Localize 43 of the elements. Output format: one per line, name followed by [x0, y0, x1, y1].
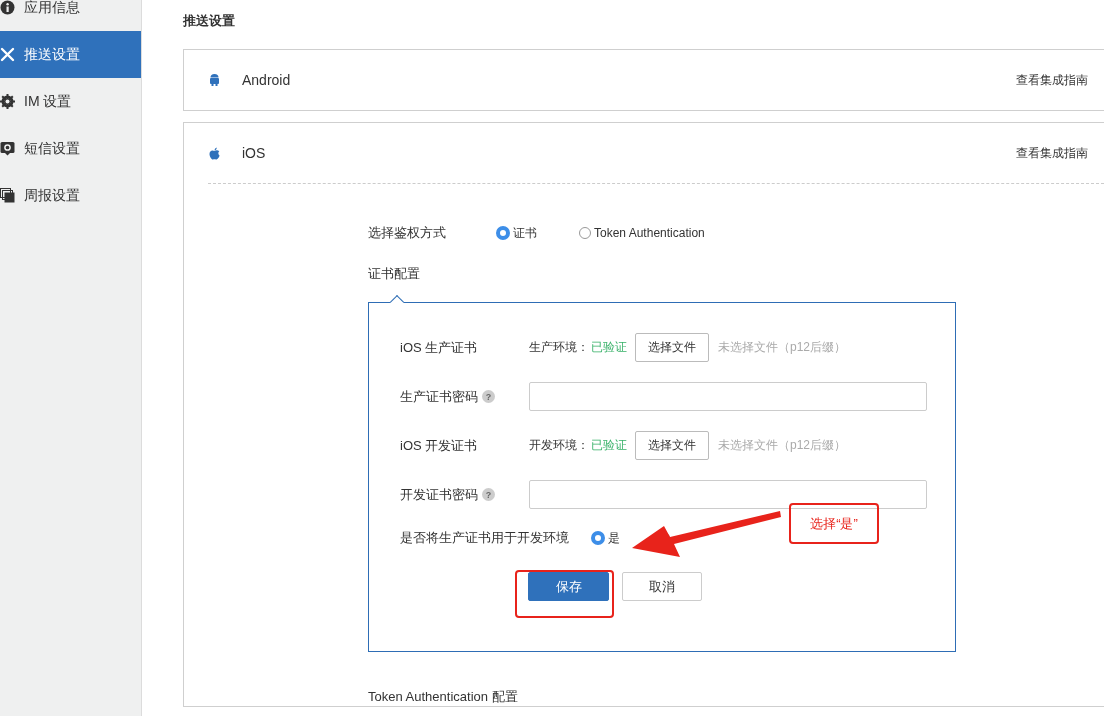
sidebar-item[interactable]: 应用信息 [0, 0, 141, 31]
password-field[interactable] [529, 382, 927, 411]
apple-icon [209, 146, 220, 160]
section-title: 证书配置 [368, 265, 420, 283]
field-label: 开发证书密码 [400, 485, 478, 504]
radio-button[interactable] [496, 226, 510, 240]
callout-note: 选择“是” [789, 503, 879, 544]
field-label: iOS 生产证书 [400, 338, 479, 357]
help-icon: ? [482, 390, 495, 403]
sidebar-item[interactable]: 短信设置 [0, 125, 141, 172]
radio-label: 是 [608, 529, 620, 547]
choose-file-button[interactable]: 选择文件 [635, 431, 709, 460]
save-button[interactable]: 保存 [528, 572, 609, 601]
env-label: 开发环境： [529, 437, 589, 454]
windows-icon [0, 188, 15, 203]
sidebar-item[interactable]: 推送设置 [0, 31, 141, 78]
status-text: 已验证 [591, 339, 627, 356]
field-label: iOS 开发证书 [400, 436, 479, 455]
file-hint: 未选择文件（p12后缀） [718, 339, 847, 356]
guide-link[interactable]: 查看集成指南 [1016, 71, 1088, 89]
radio-button[interactable] [591, 531, 605, 545]
file-hint: 未选择文件（p12后缀） [718, 437, 847, 454]
sidebar-item[interactable]: 周报设置 [0, 172, 141, 219]
env-label: 生产环境： [529, 339, 589, 356]
tools-icon [0, 47, 15, 62]
radio-label: 证书 [513, 224, 537, 242]
cancel-button[interactable]: 取消 [622, 572, 702, 601]
android-icon [209, 73, 220, 87]
choose-file-button[interactable]: 选择文件 [635, 333, 709, 362]
status-text: 已验证 [591, 437, 627, 454]
platform-name: Android [242, 72, 291, 88]
section-title: Token Authentication 配置 [368, 688, 518, 706]
password-field[interactable] [529, 480, 927, 509]
sidebar-item[interactable]: IM 设置 [0, 78, 141, 125]
radio-button[interactable] [579, 227, 591, 239]
help-icon: ? [482, 488, 495, 501]
field-label: 生产证书密码 [400, 387, 478, 406]
guide-link[interactable]: 查看集成指南 [1016, 144, 1088, 162]
auth-label: 选择鉴权方式 [368, 224, 447, 242]
platform-name: iOS [242, 145, 266, 161]
radio-label: Token Authentication [594, 226, 705, 240]
page-title: 推送设置 [183, 12, 235, 30]
field-label: 是否将生产证书用于开发环境 [400, 529, 569, 547]
